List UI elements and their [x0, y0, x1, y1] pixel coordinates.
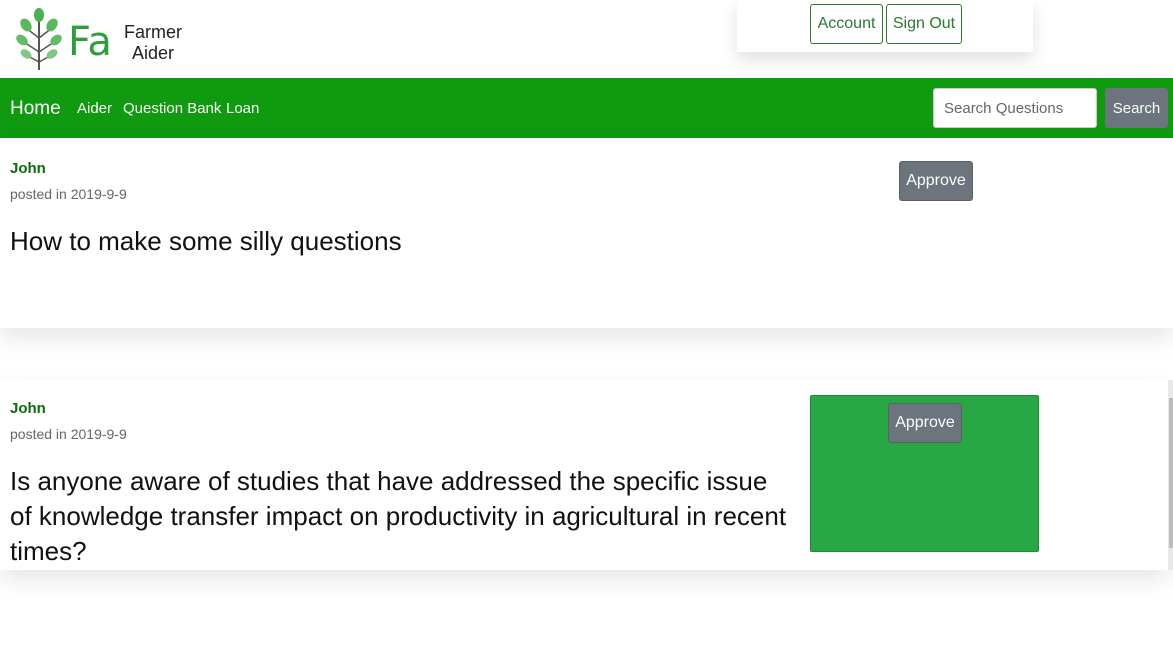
- question-date: posted in 2019-9-9: [10, 426, 127, 442]
- account-button[interactable]: Account: [810, 4, 883, 44]
- main-navbar: Home Aider Question Bank Loan Search: [0, 78, 1173, 138]
- brand-logo[interactable]: Fa Farmer Aider: [14, 8, 204, 72]
- sign-out-button[interactable]: Sign Out: [886, 4, 962, 44]
- question-card: John posted in 2019-9-9 How to make some…: [0, 138, 1173, 328]
- account-menu: Account Sign Out: [737, 0, 1033, 52]
- brand-short: Fa: [68, 19, 112, 65]
- top-header: Fa Farmer Aider Account Sign Out: [0, 0, 1173, 78]
- nav-home-link[interactable]: Home: [10, 98, 61, 120]
- tree-logo-icon: [16, 8, 62, 70]
- brand-name-line2: Aider: [131, 43, 175, 63]
- brand-name-line1: Farmer: [124, 22, 182, 42]
- question-date: posted in 2019-9-9: [10, 186, 127, 202]
- nav-aider-link[interactable]: Aider: [77, 100, 112, 117]
- nav-question-bank-link[interactable]: Question Bank: [123, 100, 221, 117]
- search-button[interactable]: Search: [1105, 88, 1168, 128]
- brand-name: Farmer Aider: [124, 22, 182, 64]
- question-title[interactable]: How to make some silly questions: [10, 224, 402, 259]
- question-card: John posted in 2019-9-9 Is anyone aware …: [0, 380, 1168, 570]
- approve-button[interactable]: Approve: [888, 403, 962, 443]
- nav-loan-link[interactable]: Loan: [226, 100, 259, 117]
- approve-button[interactable]: Approve: [899, 161, 973, 201]
- question-author[interactable]: John: [10, 400, 46, 417]
- search-questions-input[interactable]: [933, 88, 1097, 128]
- question-title[interactable]: Is anyone aware of studies that have add…: [10, 464, 790, 569]
- scrollbar-thumb[interactable]: [1169, 398, 1173, 548]
- question-author[interactable]: John: [10, 160, 46, 177]
- approve-panel: Approve: [810, 395, 1039, 552]
